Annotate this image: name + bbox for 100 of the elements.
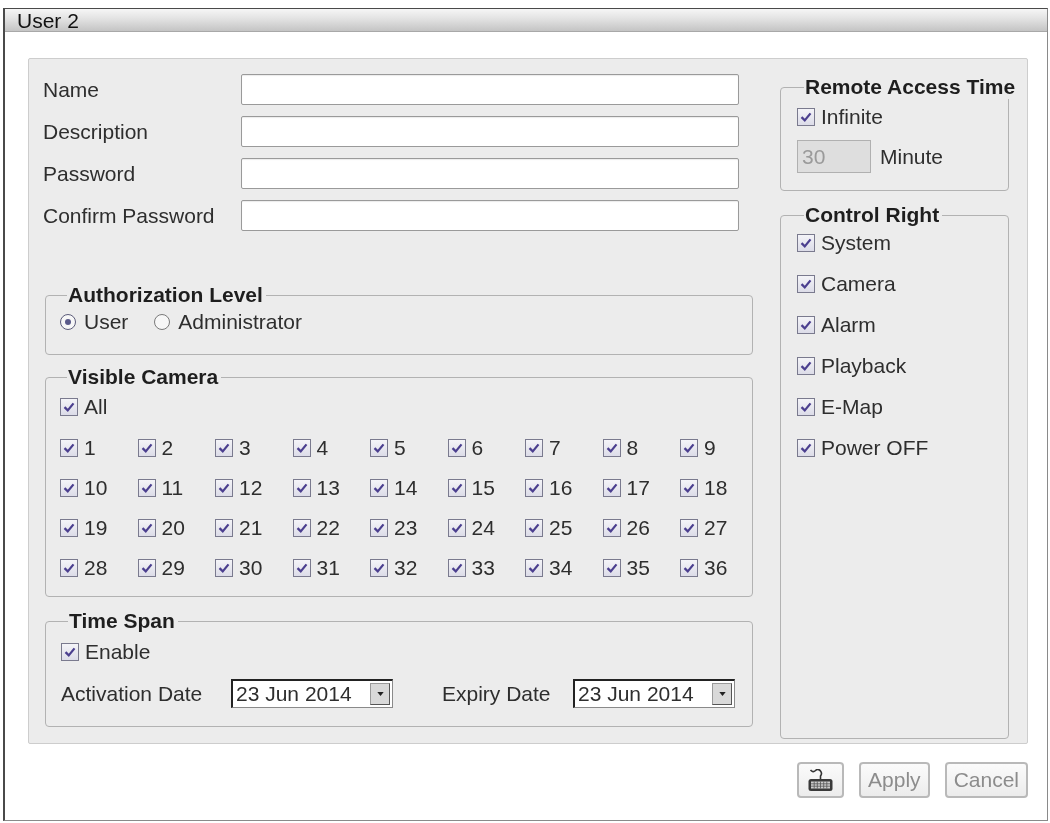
checkmark-icon [219, 484, 229, 492]
checkmark-icon [801, 321, 811, 329]
checkbox[interactable] [292, 439, 311, 457]
checkbox[interactable] [292, 559, 311, 577]
keyboard-button[interactable] [797, 762, 845, 798]
checkmark-icon [529, 564, 539, 572]
checkbox[interactable] [215, 519, 233, 537]
checkbox[interactable] [797, 316, 815, 334]
checkbox[interactable] [370, 559, 388, 577]
checkmark-icon [219, 564, 229, 572]
checkbox[interactable] [680, 519, 698, 537]
camera-number: 29 [161, 556, 185, 580]
camera-number: 8 [626, 436, 639, 460]
checkbox[interactable] [60, 519, 78, 537]
checkmark-icon [684, 444, 694, 452]
camera-number: 11 [161, 476, 184, 500]
checkbox[interactable] [680, 439, 698, 457]
checkmark-icon [64, 403, 74, 411]
checkmark-icon [296, 564, 307, 572]
checkbox[interactable] [370, 479, 388, 497]
checkbox[interactable] [602, 479, 621, 497]
checkbox[interactable] [797, 357, 815, 375]
radio-button[interactable] [60, 314, 76, 330]
camera-number: 16 [549, 476, 573, 500]
checkbox[interactable] [215, 559, 233, 577]
activation-date-dropdown[interactable]: 23 Jun 2014 [231, 679, 393, 708]
dropdown-button[interactable] [370, 683, 390, 705]
password-field[interactable] [241, 158, 739, 189]
checkbox[interactable] [602, 519, 621, 537]
checkmark-icon [801, 113, 811, 121]
checkbox[interactable] [60, 559, 78, 577]
checkbox-label: Playback [821, 354, 907, 378]
checkmark-icon [529, 524, 539, 532]
checkbox[interactable] [370, 439, 388, 457]
checkbox[interactable] [215, 479, 233, 497]
checkmark-icon [374, 444, 384, 452]
camera-number: 27 [704, 516, 728, 540]
description-field[interactable] [241, 116, 739, 147]
checkmark-icon [141, 444, 152, 452]
checkbox[interactable] [61, 643, 79, 661]
camera-number: 14 [394, 476, 418, 500]
checkmark-icon [141, 564, 152, 572]
confirm-password-field[interactable] [241, 200, 739, 231]
name-field[interactable] [241, 74, 739, 105]
checkbox[interactable] [602, 559, 621, 577]
camera-number: 32 [394, 556, 418, 580]
checkmark-icon [451, 564, 462, 572]
cancel-button[interactable]: Cancel [944, 762, 1028, 798]
checkbox[interactable] [797, 234, 815, 252]
checkbox[interactable] [292, 479, 311, 497]
checkbox[interactable] [370, 519, 388, 537]
camera-number: 33 [471, 556, 495, 580]
checkbox[interactable] [602, 439, 621, 457]
camera-number: 35 [626, 556, 650, 580]
checkbox[interactable] [447, 439, 466, 457]
checkbox[interactable] [447, 479, 466, 497]
checkbox-label: E-Map [821, 395, 883, 419]
radio-label: User [84, 310, 129, 334]
checkbox-label: All [84, 395, 108, 419]
checkbox[interactable] [292, 519, 311, 537]
checkbox[interactable] [137, 519, 156, 537]
checkbox[interactable] [215, 439, 233, 457]
checkbox[interactable] [137, 479, 156, 497]
checkbox[interactable] [447, 559, 466, 577]
checkbox[interactable] [447, 519, 466, 537]
checkmark-icon [141, 524, 152, 532]
checkbox[interactable] [525, 479, 543, 497]
camera-number: 23 [394, 516, 418, 540]
checkbox[interactable] [797, 439, 815, 457]
expiry-date-dropdown[interactable]: 23 Jun 2014 [573, 679, 735, 708]
camera-number: 26 [626, 516, 650, 540]
checkbox[interactable] [137, 559, 156, 577]
checkbox[interactable] [680, 559, 698, 577]
checkbox-label: Camera [821, 272, 896, 296]
checkbox[interactable] [525, 519, 543, 537]
checkmark-icon [451, 444, 462, 452]
checkmark-icon [684, 564, 694, 572]
checkbox-label: System [821, 231, 891, 255]
checkbox[interactable] [525, 559, 543, 577]
checkbox[interactable] [137, 439, 156, 457]
checkbox[interactable] [60, 439, 78, 457]
checkmark-icon [606, 524, 617, 532]
checkbox[interactable] [60, 479, 78, 497]
checkbox[interactable] [525, 439, 543, 457]
checkmark-icon [64, 564, 74, 572]
checkmark-icon [219, 444, 229, 452]
caret-icon [718, 692, 726, 696]
camera-number: 30 [239, 556, 263, 580]
checkbox[interactable] [797, 275, 815, 293]
camera-number: 31 [316, 556, 340, 580]
checkbox[interactable] [60, 398, 78, 416]
radio-button[interactable] [154, 314, 171, 330]
checkmark-icon [64, 484, 74, 492]
checkbox[interactable] [680, 479, 698, 497]
dropdown-button[interactable] [712, 683, 732, 705]
camera-number: 20 [161, 516, 185, 540]
checkbox[interactable] [797, 398, 815, 416]
camera-number: 1 [84, 436, 96, 460]
apply-button[interactable]: Apply [859, 762, 930, 798]
checkbox[interactable] [797, 108, 815, 126]
